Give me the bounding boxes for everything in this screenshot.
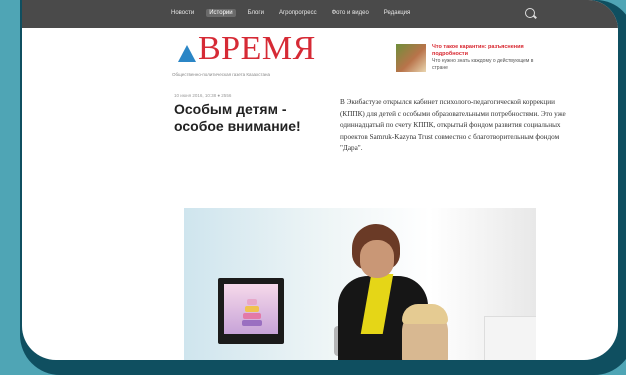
nav-item-agroprogress[interactable]: Агропрогресс xyxy=(276,9,320,17)
promo-thumbnail[interactable] xyxy=(396,44,426,72)
cake-icon xyxy=(242,298,262,326)
main-nav: Новости Истории Блоги Агропрогресс Фото … xyxy=(168,9,413,17)
article-lead: В Экибастузе открылся кабинет психолого-… xyxy=(340,98,566,152)
photo-child-hair xyxy=(402,304,448,324)
photo-monitor xyxy=(218,278,284,344)
article-meta: 10 июня 2016, 10:38 ● 2556 xyxy=(174,93,232,98)
device-screen: Новости Истории Блоги Агропрогресс Фото … xyxy=(20,0,626,375)
article-headline: Особым детям - особое внимание! xyxy=(174,101,301,134)
photo-teacher-face xyxy=(360,240,394,278)
search-icon[interactable] xyxy=(525,8,535,18)
background-frame: Новости Истории Блоги Агропрогресс Фото … xyxy=(0,0,626,375)
nav-item-blogs[interactable]: Блоги xyxy=(245,9,267,17)
logo-triangle-icon xyxy=(178,45,196,62)
nav-item-editorial[interactable]: Редакция xyxy=(381,9,413,17)
nav-item-photo-video[interactable]: Фото и видео xyxy=(329,9,372,17)
web-page: Новости Истории Блоги Агропрогресс Фото … xyxy=(22,0,618,360)
top-navigation-bar: Новости Истории Блоги Агропрогресс Фото … xyxy=(22,0,618,28)
promo-body: Что нужно знать каждому о действующем в … xyxy=(432,58,534,71)
nav-item-news[interactable]: Новости xyxy=(168,9,197,17)
logo-tagline: Общественно-политическая газета Казахста… xyxy=(172,72,270,77)
logo-text: ВРЕМЯ xyxy=(198,30,316,67)
photo-table xyxy=(484,316,536,360)
nav-item-stories[interactable]: Истории xyxy=(206,9,236,17)
site-logo[interactable]: ВРЕМЯ xyxy=(178,32,316,66)
photo-monitor-screen xyxy=(224,284,278,334)
promo-title[interactable]: Что такое карантин: разъяснения подробно… xyxy=(432,44,542,58)
article-photo xyxy=(184,208,536,360)
